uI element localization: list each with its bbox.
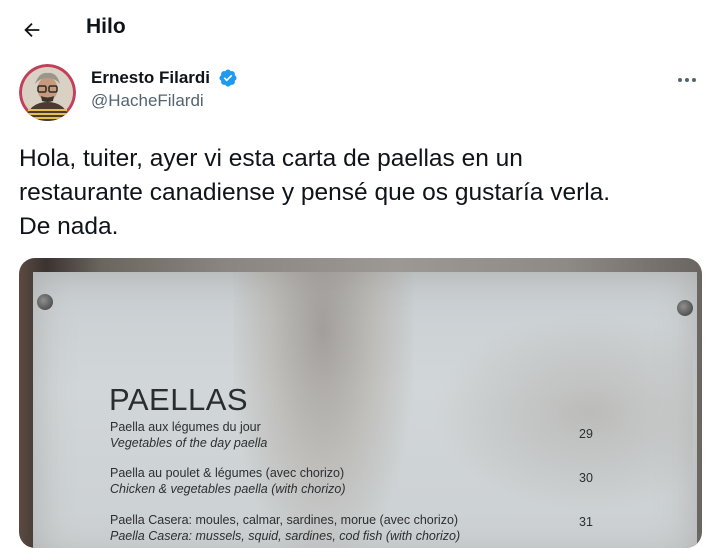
author-handle[interactable]: @HacheFilardi: [91, 91, 238, 111]
more-options-button[interactable]: [674, 70, 700, 90]
menu-item: Paella Casera: moules, calmar, sardines,…: [110, 513, 630, 543]
tweet-photo[interactable]: PAELLAS Paella aux légumes du jour Veget…: [19, 258, 702, 548]
back-button[interactable]: [16, 14, 48, 46]
menu-item: Paella aux légumes du jour Vegetables of…: [110, 420, 630, 450]
thread-header: Hilo: [0, 0, 720, 58]
more-dot-icon: [678, 78, 682, 82]
avatar[interactable]: [19, 64, 76, 121]
menu-item-english: Vegetables of the day paella: [110, 436, 268, 450]
menu-item-french: Paella au poulet & légumes (avec chorizo…: [110, 466, 345, 480]
arrow-left-icon: [24, 22, 40, 38]
menu-sheet: PAELLAS Paella aux légumes du jour Veget…: [33, 272, 697, 548]
menu-item-english: Chicken & vegetables paella (with choriz…: [110, 482, 346, 496]
menu-item: Paella au poulet & légumes (avec chorizo…: [110, 466, 630, 496]
menu-title: PAELLAS: [109, 382, 249, 417]
tweet-author: Ernesto Filardi @HacheFilardi: [0, 62, 720, 124]
tweet-text: Hola, tuiter, ayer vi esta carta de pael…: [19, 145, 611, 240]
more-dot-icon: [692, 78, 696, 82]
pin-icon: [37, 294, 53, 310]
author-display-name[interactable]: Ernesto Filardi: [91, 68, 210, 88]
menu-item-price: 29: [579, 427, 593, 441]
menu-item-price: 30: [579, 471, 593, 485]
verified-badge-icon: [219, 69, 238, 87]
menu-item-english: Paella Casera: mussels, squid, sardines,…: [110, 529, 461, 543]
menu-item-french: Paella Casera: moules, calmar, sardines,…: [110, 513, 459, 527]
page-title: Hilo: [86, 15, 126, 38]
pin-icon: [677, 300, 693, 316]
more-dot-icon: [685, 78, 689, 82]
menu-item-price: 31: [579, 515, 593, 529]
photo-reflection: [233, 272, 413, 548]
menu-item-french: Paella aux légumes du jour: [110, 420, 261, 434]
